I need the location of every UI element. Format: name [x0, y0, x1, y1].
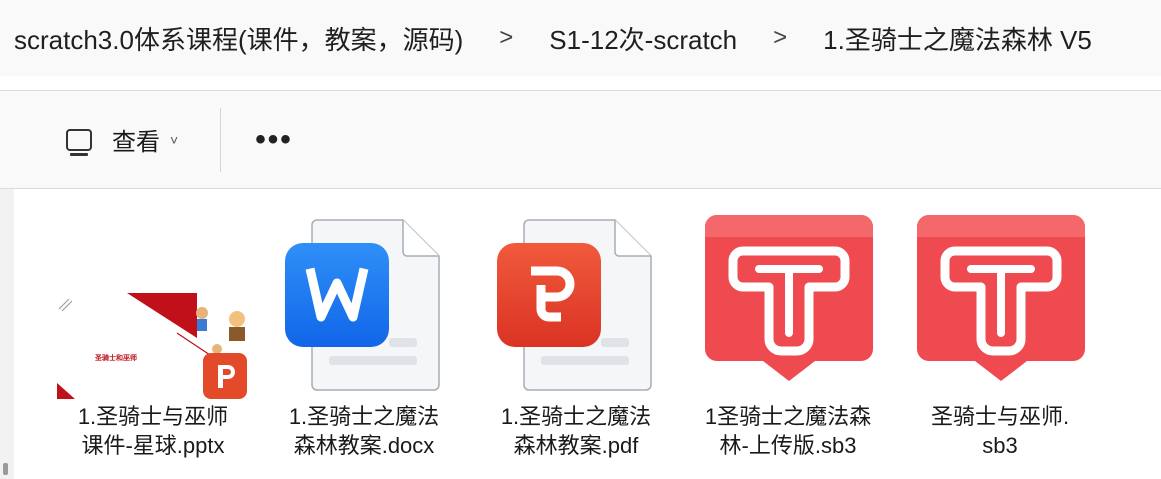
breadcrumb-separator-icon: >: [773, 24, 788, 51]
powerpoint-icon: [202, 351, 248, 401]
toolbar-divider: [220, 107, 222, 172]
more-options-button[interactable]: •••: [251, 119, 297, 161]
breadcrumb-item-course[interactable]: scratch3.0体系课程(课件，教案，源码): [14, 20, 463, 57]
file-name: 圣骑士与巫师. sb3: [930, 404, 1070, 458]
breadcrumb-item-s1[interactable]: S1-12次-scratch: [549, 20, 737, 57]
left-pane-scrollbar[interactable]: [0, 189, 14, 479]
breadcrumb: scratch3.0体系课程(课件，教案，源码) > S1-12次-scratc…: [0, 0, 1161, 76]
scrollbar-thumb[interactable]: [3, 463, 8, 475]
breadcrumb-separator-icon: >: [499, 24, 514, 51]
scratch-file-icon: [917, 215, 1085, 381]
file-item[interactable]: 圣骑士与巫师. sb3: [895, 189, 1105, 479]
slide-title-text: 圣骑士和巫师: [95, 355, 137, 362]
file-item[interactable]: 1.圣骑士之魔法 森林教案.docx: [259, 189, 469, 479]
file-item[interactable]: 圣骑士和巫师 1.圣骑士与巫师 课件-星球.pptx: [48, 189, 258, 479]
wps-writer-icon: [285, 243, 389, 347]
breadcrumb-item-current-folder[interactable]: 1.圣骑士之魔法森林 V5: [823, 20, 1092, 57]
command-bar: 查看 ˅ •••: [0, 91, 1161, 188]
file-name: 1.圣骑士与巫师 课件-星球.pptx: [77, 404, 229, 458]
view-button[interactable]: 查看 ˅: [58, 112, 186, 168]
file-item[interactable]: 1.圣骑士之魔法 森林教案.pdf: [471, 189, 681, 479]
view-label: 查看: [112, 129, 160, 156]
file-name: 1圣骑士之魔法森 林-上传版.sb3: [704, 404, 872, 458]
wps-pdf-icon: [497, 243, 601, 347]
view-layout-icon: [66, 128, 92, 156]
chevron-down-icon: ˅: [170, 131, 179, 148]
file-name: 1.圣骑士之魔法 森林教案.pdf: [500, 404, 652, 458]
file-item[interactable]: 1圣骑士之魔法森 林-上传版.sb3: [683, 189, 893, 479]
file-list: 圣骑士和巫师 1.圣骑士与巫师 课件-星球.pptx 1.圣骑士之魔法 森林教案…: [0, 189, 1161, 479]
file-name: 1.圣骑士之魔法 森林教案.docx: [288, 404, 440, 458]
scratch-file-icon: [705, 215, 873, 381]
